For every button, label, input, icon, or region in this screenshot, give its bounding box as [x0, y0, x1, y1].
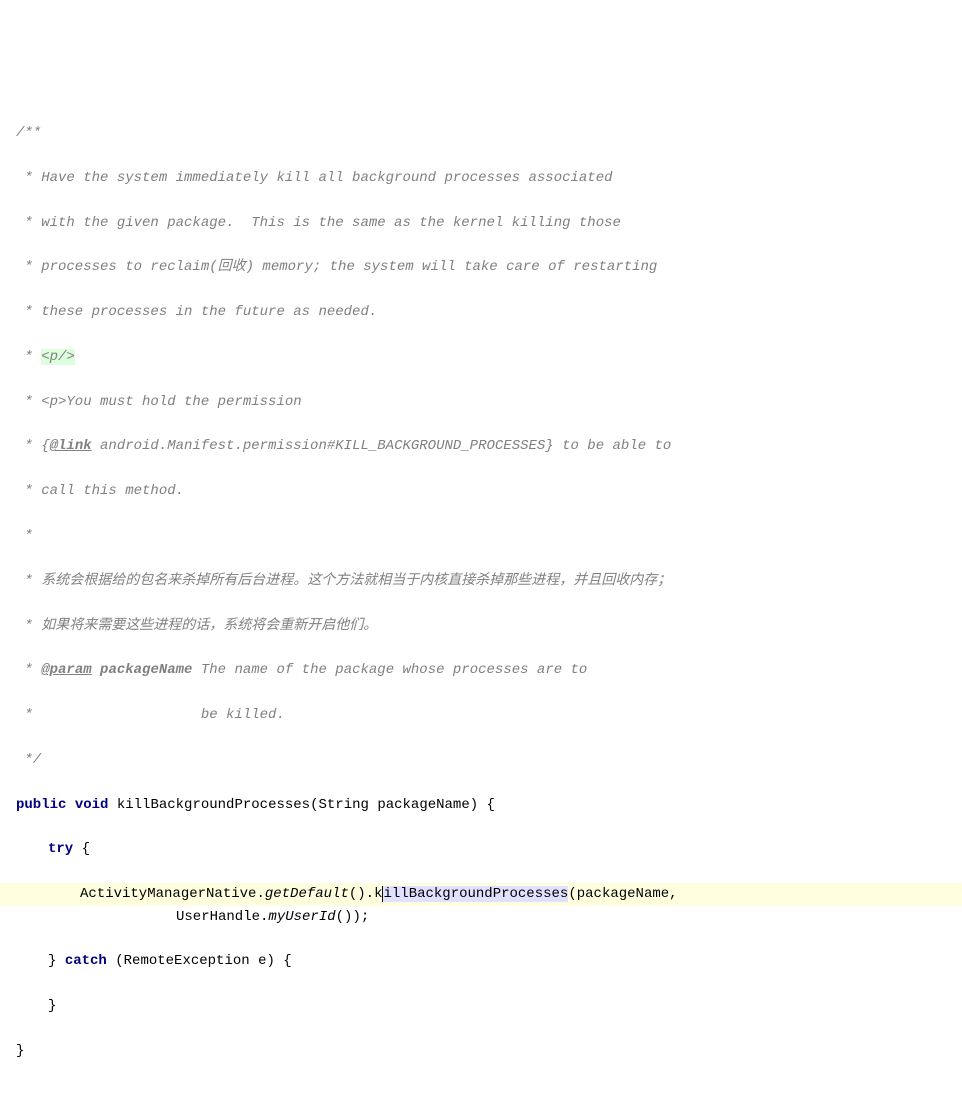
class-name: UserHandle — [176, 909, 260, 925]
method-signature: public void killBackgroundProcesses(Stri… — [0, 794, 962, 816]
void-keyword: void — [75, 797, 109, 813]
catch-close: } — [0, 995, 962, 1017]
javadoc-end: */ — [0, 749, 962, 771]
javadoc-line-chinese: * 系统会根据给的包名来杀掉所有后台进程。这个方法就相当于内核直接杀掉那些进程，… — [0, 570, 962, 592]
selected-method-name: illBackgroundProcesses — [383, 886, 568, 902]
method-name: killBackgroundProcesses — [117, 797, 310, 813]
javadoc-line: * Have the system immediately kill all b… — [0, 167, 962, 189]
javadoc-line: * — [0, 525, 962, 547]
public-keyword: public — [16, 797, 66, 813]
javadoc-line: * these processes in the future as neede… — [0, 301, 962, 323]
method-close: } — [0, 1040, 962, 1062]
try-keyword: try — [48, 841, 73, 857]
javadoc-p-tag: <p/> — [41, 349, 75, 365]
param-name: packageName — [377, 797, 469, 813]
method-call-continuation: UserHandle.myUserId()); — [0, 906, 962, 928]
method-myuserid: myUserId — [268, 909, 335, 925]
catch-keyword: catch — [65, 953, 107, 969]
exception-type: RemoteException — [124, 953, 250, 969]
javadoc-line: * with the given package. This is the sa… — [0, 212, 962, 234]
javadoc-line: * processes to reclaim(回收) memory; the s… — [0, 256, 962, 278]
javadoc-start: /** — [0, 122, 962, 144]
javadoc-param-line: * @param packageName The name of the pac… — [0, 659, 962, 681]
highlighted-code-line[interactable]: ActivityManagerNative.getDefault().killB… — [0, 883, 962, 905]
try-block: try { — [0, 838, 962, 860]
code-editor: /** * Have the system immediately kill a… — [0, 100, 962, 1085]
javadoc-line-chinese: * 如果将来需要这些进程的话，系统将会重新开启他们。 — [0, 615, 962, 637]
method-getdefault: getDefault — [265, 886, 349, 902]
javadoc-line: * be killed. — [0, 704, 962, 726]
javadoc-line: * call this method. — [0, 480, 962, 502]
class-name: ActivityManagerNative — [80, 886, 256, 902]
javadoc-param-name: packageName — [92, 662, 193, 678]
method-call: ActivityManagerNative.getDefault().killB… — [0, 886, 678, 902]
javadoc-line: * <p>You must hold the permission — [0, 391, 962, 413]
catch-block: } catch (RemoteException e) { — [0, 950, 962, 972]
javadoc-link-tag: @link — [50, 438, 92, 454]
exception-var: e — [258, 953, 266, 969]
javadoc-line: * {@link android.Manifest.permission#KIL… — [0, 435, 962, 457]
param-type: String — [318, 797, 368, 813]
javadoc-param-tag: @param — [41, 662, 91, 678]
javadoc-line: * <p/> — [0, 346, 962, 368]
